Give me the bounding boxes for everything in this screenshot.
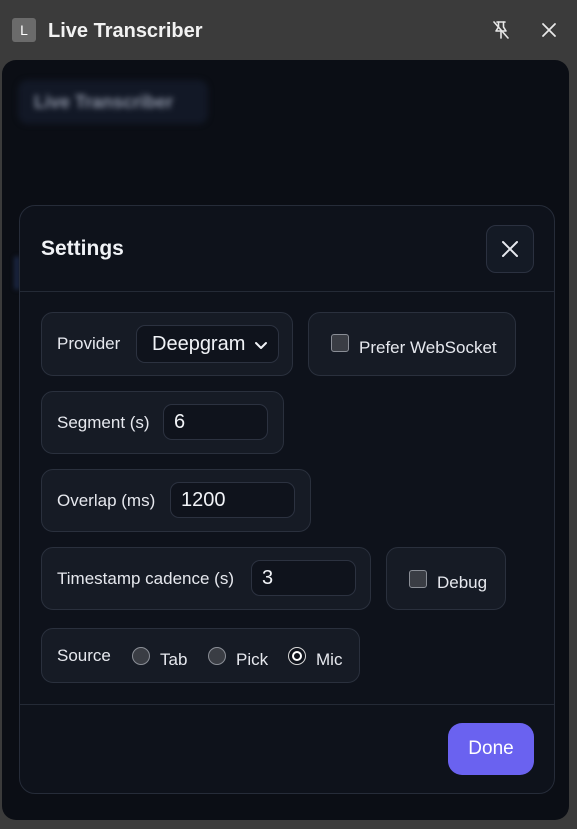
- timestamp-cadence-value: 3: [262, 566, 274, 589]
- app-content: Live Transcriber Settings Provider Deepg…: [2, 60, 569, 820]
- unpin-icon[interactable]: [487, 16, 515, 44]
- prefer-websocket-checkbox[interactable]: [331, 334, 349, 352]
- window-title: Live Transcriber: [48, 20, 203, 42]
- debug-group: Debug: [386, 547, 506, 610]
- provider-select[interactable]: Deepgram: [136, 325, 279, 363]
- timestamp-cadence-label: Timestamp cadence (s): [57, 568, 234, 588]
- settings-dialog: Settings Provider Deepgram Prefer WebSoc…: [19, 205, 555, 794]
- source-radio-mic[interactable]: [288, 647, 306, 665]
- segment-value: 6: [174, 410, 186, 433]
- overlap-label: Overlap (ms): [57, 490, 156, 510]
- source-radio-pick[interactable]: [208, 647, 226, 665]
- prefer-websocket-label: Prefer WebSocket: [359, 338, 497, 357]
- timestamp-cadence-input[interactable]: 3: [251, 560, 356, 596]
- window-titlebar: L Live Transcriber: [0, 0, 577, 60]
- overlap-group: Overlap (ms) 1200: [41, 469, 311, 532]
- segment-input[interactable]: 6: [163, 404, 268, 440]
- provider-value: Deepgram: [152, 332, 246, 355]
- close-dialog-button[interactable]: [486, 225, 534, 273]
- source-option-pick-label: Pick: [236, 650, 269, 669]
- segment-group: Segment (s) 6: [41, 391, 284, 454]
- dialog-title: Settings: [41, 237, 124, 260]
- divider: [20, 704, 554, 705]
- prefer-websocket-group: Prefer WebSocket: [308, 312, 516, 376]
- source-radio-tab[interactable]: [132, 647, 150, 665]
- background-title: Live Transcriber: [18, 80, 208, 124]
- provider-group: Provider Deepgram: [41, 312, 293, 376]
- source-label: Source: [57, 645, 111, 665]
- source-group: Source Tab Pick Mic: [41, 628, 360, 683]
- overlap-input[interactable]: 1200: [170, 482, 295, 518]
- debug-checkbox[interactable]: [409, 570, 427, 588]
- divider: [20, 291, 554, 292]
- window-close-icon[interactable]: [535, 16, 563, 44]
- source-option-mic-label: Mic: [316, 650, 343, 669]
- app-icon: L: [12, 18, 36, 42]
- provider-label: Provider: [57, 334, 121, 353]
- close-icon: [502, 241, 518, 257]
- chevron-down-icon: [255, 342, 267, 349]
- debug-label: Debug: [437, 573, 488, 592]
- timestamp-cadence-group: Timestamp cadence (s) 3: [41, 547, 371, 610]
- overlap-value: 1200: [181, 488, 226, 511]
- done-button[interactable]: Done: [448, 723, 534, 775]
- source-option-tab-label: Tab: [160, 650, 188, 669]
- segment-label: Segment (s): [57, 412, 150, 432]
